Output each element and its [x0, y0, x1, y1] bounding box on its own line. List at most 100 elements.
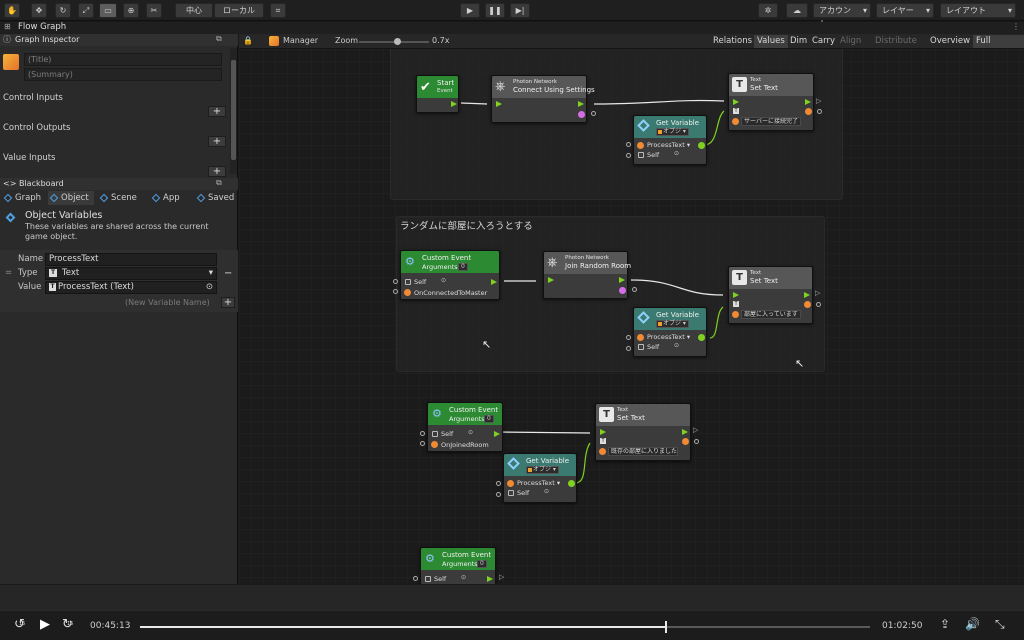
text-input-port[interactable]: T	[600, 438, 606, 444]
variable-scope-dropdown[interactable]: オブジ ▾	[656, 128, 689, 136]
share-icon[interactable]: ⇪	[940, 617, 950, 631]
panel-dock-icon[interactable]: ⧉	[216, 34, 222, 44]
tab-saved[interactable]: Saved	[195, 191, 237, 205]
target-picker-icon[interactable]: ⊙	[441, 277, 446, 284]
scale-tool-icon[interactable]: ⤢	[78, 3, 94, 18]
remove-variable-button[interactable]: −	[224, 267, 232, 280]
variable-scope-dropdown[interactable]: オブジ ▾	[656, 320, 689, 328]
align-button[interactable]: Align	[837, 35, 864, 48]
add-variable-button[interactable]: +	[221, 297, 235, 308]
value-output-port[interactable]	[682, 438, 689, 445]
full-screen-button[interactable]: Full Screen	[973, 35, 1024, 59]
flow-output-port[interactable]	[619, 277, 625, 283]
target-picker-icon[interactable]: ⊙	[674, 342, 679, 349]
unconnected-port[interactable]	[496, 481, 501, 486]
set-text-node-3[interactable]: T Text Set Text T 既存の部屋に入りました	[595, 403, 691, 461]
rect-tool-icon[interactable]: ▭	[99, 3, 117, 18]
overview-button[interactable]: Overview	[927, 35, 973, 48]
pivot-toggle[interactable]: 中心	[175, 3, 213, 18]
event-name-port[interactable]	[404, 289, 411, 296]
variable-name-field[interactable]: ProcessText ▾	[647, 333, 690, 341]
collab-icon[interactable]: ✲	[758, 3, 778, 18]
target-picker-icon[interactable]: ⊙	[544, 488, 549, 495]
string-input-port[interactable]	[732, 311, 739, 318]
layers-dropdown[interactable]: レイヤー	[876, 3, 934, 18]
title-field[interactable]: (Title)	[24, 53, 222, 66]
unconnected-port[interactable]	[817, 109, 822, 114]
connect-using-settings-node[interactable]: ⎈ Photon Network Connect Using Settings	[491, 75, 595, 123]
flow-output-port[interactable]	[804, 292, 810, 298]
gameobject-port-icon[interactable]	[425, 576, 431, 582]
custom-event-node-2[interactable]: ⚙ Custom Event Arguments 0 Self ⊙ OnJoin…	[427, 402, 503, 452]
new-variable-input[interactable]: (New Variable Name)	[125, 298, 210, 307]
window-tab-title[interactable]: Flow Graph	[18, 22, 66, 32]
custom-event-node-1[interactable]: ⚙ Custom Event Arguments 0 Self ⊙ OnConn…	[400, 250, 500, 300]
unconnected-flow-port[interactable]: ▷	[499, 573, 504, 581]
flow-output-port[interactable]	[682, 429, 688, 435]
text-input-port[interactable]: T	[733, 301, 739, 307]
unconnected-flow-port[interactable]: ▷	[816, 97, 821, 105]
unconnected-port[interactable]	[626, 346, 631, 351]
unconnected-port[interactable]	[626, 142, 631, 147]
unconnected-port[interactable]	[816, 302, 821, 307]
variable-name-field[interactable]: ProcessText ▾	[647, 141, 690, 149]
unconnected-port[interactable]	[632, 287, 637, 292]
flow-input-port[interactable]	[548, 277, 554, 283]
scrollbar-thumb[interactable]	[231, 60, 236, 160]
flow-input-port[interactable]	[496, 101, 502, 107]
pause-button[interactable]: ❚❚	[485, 3, 505, 18]
context-label[interactable]: Manager	[283, 36, 318, 45]
dim-button[interactable]: Dim	[787, 35, 810, 48]
flow-output-port[interactable]	[578, 101, 584, 107]
inspector-scrollbar[interactable]	[230, 48, 237, 174]
text-value-field[interactable]: サーバーに接続完了	[741, 117, 801, 126]
argument-count-field[interactable]: 0	[458, 263, 468, 271]
start-event-node[interactable]: ✔ Start Event	[416, 75, 459, 113]
flow-input-port[interactable]	[733, 292, 739, 298]
target-picker-icon[interactable]: ⊙	[674, 150, 679, 157]
zoom-slider-knob[interactable]	[394, 38, 401, 45]
event-name-field[interactable]: OnConnectedToMaster	[414, 289, 487, 297]
grid-snap-icon[interactable]: ⌗	[270, 3, 286, 18]
zoom-slider[interactable]	[359, 38, 429, 45]
flow-output-port[interactable]	[487, 576, 493, 582]
distribute-button[interactable]: Distribute	[872, 35, 920, 48]
summary-field[interactable]: (Summary)	[24, 68, 222, 81]
target-picker-icon[interactable]: ⊙	[468, 429, 473, 436]
add-control-output-button[interactable]: +	[208, 136, 226, 147]
object-picker-icon[interactable]: ⊙	[206, 282, 213, 293]
play-button[interactable]: ▶	[460, 3, 480, 18]
values-button[interactable]: Values	[754, 35, 788, 48]
seek-bar[interactable]	[140, 621, 870, 633]
unconnected-flow-port[interactable]: ▷	[815, 289, 820, 297]
unconnected-port[interactable]	[591, 111, 596, 116]
value-output-port[interactable]	[619, 287, 626, 294]
flow-output-port[interactable]	[491, 279, 497, 285]
add-control-input-button[interactable]: +	[208, 106, 226, 117]
variable-scope-dropdown[interactable]: オブジ ▾	[526, 466, 559, 474]
exit-fullscreen-icon[interactable]: ⤡	[995, 617, 1005, 632]
cloud-icon[interactable]: ☁	[786, 3, 808, 18]
unconnected-port[interactable]	[626, 153, 631, 158]
flow-input-port[interactable]	[733, 99, 739, 105]
unconnected-port[interactable]	[420, 441, 425, 446]
unconnected-port[interactable]	[626, 335, 631, 340]
value-output-port[interactable]	[568, 480, 575, 487]
custom-event-node-3[interactable]: ⚙ Custom Event Arguments 0 Self ⊙	[420, 547, 496, 584]
rotate-tool-icon[interactable]: ↻	[55, 3, 71, 18]
flow-output-port[interactable]	[805, 99, 811, 105]
value-output-port[interactable]	[578, 111, 585, 118]
tab-app[interactable]: App	[150, 191, 188, 205]
name-input-port[interactable]	[637, 142, 644, 149]
hand-tool-icon[interactable]: ✋	[4, 3, 20, 18]
layout-dropdown[interactable]: レイアウト	[940, 3, 1016, 18]
string-input-port[interactable]	[732, 118, 739, 125]
add-value-input-button[interactable]: +	[208, 166, 226, 177]
text-input-port[interactable]: T	[733, 108, 739, 114]
tab-scene[interactable]: Scene	[98, 191, 142, 205]
carry-button[interactable]: Carry	[809, 35, 838, 48]
play-icon[interactable]: ▶	[40, 617, 50, 632]
text-value-field[interactable]: 既存の部屋に入りました	[608, 447, 678, 456]
set-text-node-1[interactable]: T Text Set Text T サーバーに接続完了	[728, 73, 814, 131]
flow-input-port[interactable]	[600, 429, 606, 435]
